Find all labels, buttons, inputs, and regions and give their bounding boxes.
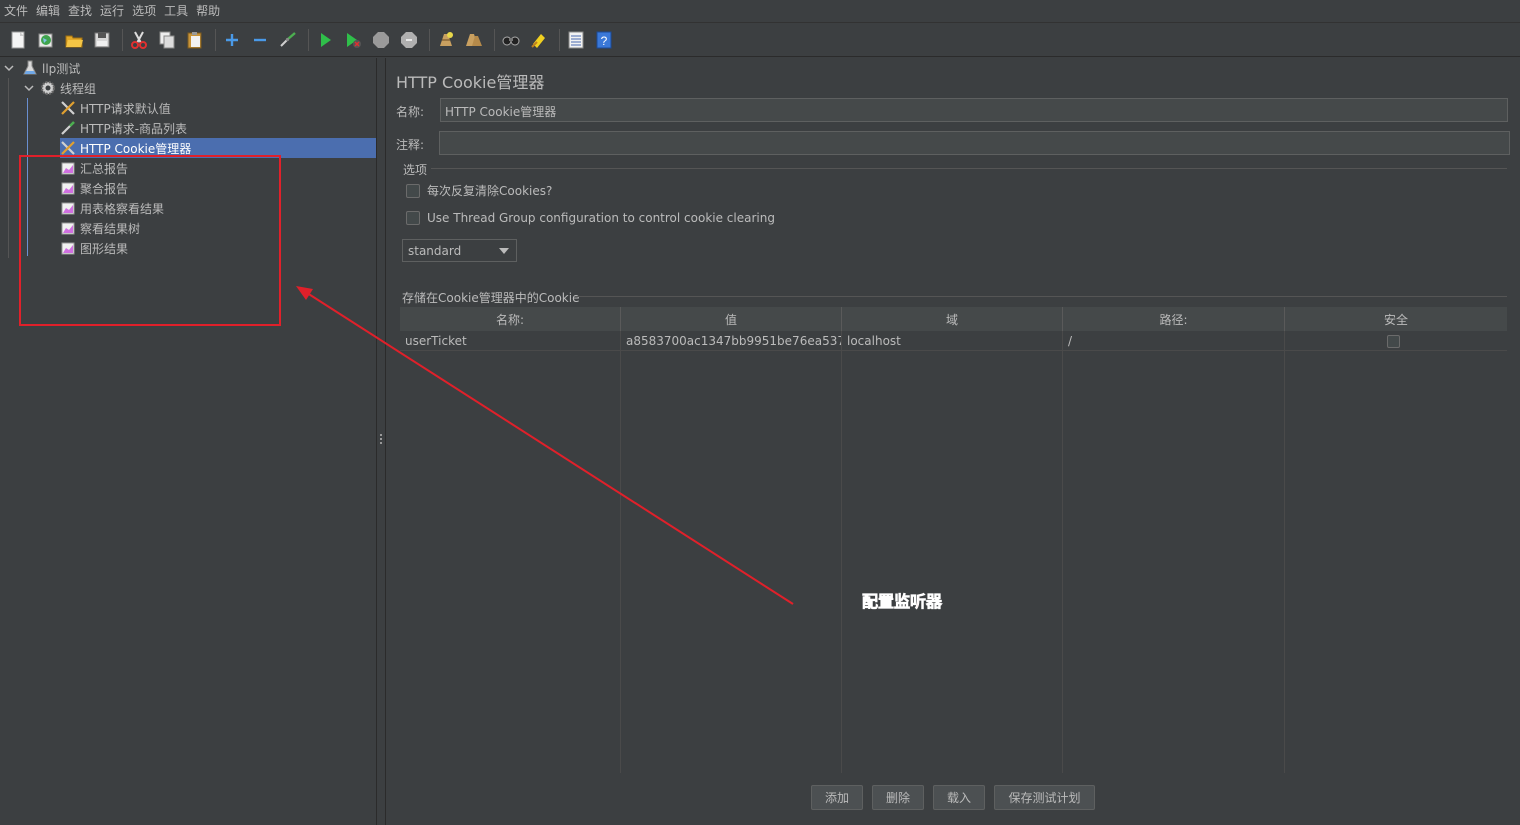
tree-node-test-plan[interactable]: llp测试 [22, 58, 80, 78]
comment-label: 注释: [396, 138, 425, 152]
checkbox-label: Use Thread Group configuration to contro… [427, 211, 775, 225]
clear-each-iteration-option[interactable]: 每次反复清除Cookies? [406, 182, 552, 199]
tree-node-label: HTTP请求默认值 [80, 101, 171, 116]
cell-path[interactable]: / [1063, 331, 1285, 351]
stored-cookies-divider [575, 296, 1507, 297]
options-title: 选项 [403, 163, 428, 177]
menu-file[interactable]: 文件 [4, 2, 28, 19]
gear-icon [40, 80, 56, 96]
secure-checkbox[interactable] [1386, 334, 1400, 348]
table-header: 名称: 值 域 路径: 安全 [400, 307, 1507, 331]
stop-icon[interactable] [369, 28, 393, 52]
column-header-path[interactable]: 路径: [1063, 307, 1285, 331]
wrench-icon [61, 141, 75, 155]
tree-node-http-request[interactable]: HTTP请求-商品列表 [60, 118, 187, 138]
reset-search-icon[interactable] [527, 28, 551, 52]
annotation-label: 配置监听器 [862, 592, 943, 612]
toolbar-separator [122, 28, 123, 51]
column-header-name[interactable]: 名称: [400, 307, 621, 331]
open-icon[interactable] [62, 28, 86, 52]
menu-bar: 文件 编辑 查找 运行 选项 工具 帮助 [0, 0, 1520, 21]
options-divider [431, 168, 1507, 169]
shutdown-icon[interactable] [397, 28, 421, 52]
tree-guide [8, 78, 9, 258]
cookie-manager-panel: HTTP Cookie管理器 名称: HTTP Cookie管理器 注释: 选项… [387, 58, 1520, 825]
paste-icon[interactable] [183, 28, 207, 52]
toggle-icon[interactable] [276, 28, 300, 52]
menu-tools[interactable]: 工具 [164, 2, 188, 19]
checkbox-label: 每次反复清除Cookies? [427, 184, 553, 198]
name-label: 名称: [396, 105, 425, 119]
toolbar-separator [559, 28, 560, 51]
menu-options[interactable]: 选项 [132, 2, 156, 19]
table-row[interactable]: userTicket a8583700ac1347bb9951be76ea537… [400, 331, 1507, 351]
comment-field[interactable] [439, 131, 1510, 155]
column-header-secure[interactable]: 安全 [1285, 307, 1507, 331]
chevron-down-icon [499, 248, 509, 254]
wrench-icon [61, 101, 75, 115]
cell-domain[interactable]: localhost [842, 331, 1063, 351]
stored-cookies-title: 存储在Cookie管理器中的Cookie [402, 291, 580, 305]
save-icon[interactable] [90, 28, 114, 52]
flask-icon [23, 60, 37, 75]
chevron-down-icon[interactable] [24, 83, 34, 93]
menu-help[interactable]: 帮助 [196, 2, 220, 19]
add-button[interactable]: 添加 [811, 785, 863, 810]
name-field[interactable]: HTTP Cookie管理器 [440, 98, 1508, 122]
tree-node-label: HTTP Cookie管理器 [80, 141, 192, 156]
column-header-domain[interactable]: 域 [842, 307, 1063, 331]
use-thread-group-option[interactable]: Use Thread Group configuration to contro… [406, 211, 775, 225]
clear-each-iteration-checkbox[interactable] [406, 183, 420, 198]
clear-all-icon[interactable] [462, 28, 486, 52]
cookie-policy-value: standard [408, 243, 462, 258]
search-icon[interactable] [499, 28, 523, 52]
clear-icon[interactable] [434, 28, 458, 52]
annotation-highlight-box [19, 155, 281, 326]
menu-run[interactable]: 运行 [100, 2, 124, 19]
tree-node-label: llp测试 [42, 61, 81, 76]
column-header-value[interactable]: 值 [621, 307, 842, 331]
toolbar-separator [429, 28, 430, 51]
use-thread-group-checkbox[interactable] [406, 211, 420, 225]
templates-icon[interactable] [34, 28, 58, 52]
toolbar-separator [494, 28, 495, 51]
function-helper-icon[interactable] [564, 28, 588, 52]
toolbar-separator [308, 28, 309, 51]
tree-node-label: 线程组 [60, 81, 97, 96]
save-test-plan-button[interactable]: 保存测试计划 [994, 785, 1095, 810]
cell-secure[interactable] [1285, 331, 1507, 351]
new-icon[interactable] [6, 28, 30, 52]
panel-splitter[interactable] [376, 58, 386, 825]
tree-node-thread-group[interactable]: 线程组 [40, 78, 96, 98]
column-divider [841, 351, 842, 773]
menu-search[interactable]: 查找 [68, 2, 92, 19]
chevron-down-icon[interactable] [4, 63, 14, 73]
column-divider [1284, 351, 1285, 773]
cell-name[interactable]: userTicket [400, 331, 621, 351]
cut-icon[interactable] [127, 28, 151, 52]
load-button[interactable]: 载入 [933, 785, 985, 810]
cookie-policy-select[interactable]: standard [402, 239, 517, 262]
help-icon[interactable]: ? [592, 28, 616, 52]
tree-node-label: HTTP请求-商品列表 [80, 121, 188, 136]
button-bar: 添加 删除 载入 保存测试计划 [387, 785, 1520, 811]
delete-button[interactable]: 删除 [872, 785, 924, 810]
copy-icon[interactable] [155, 28, 179, 52]
splitter-grip[interactable] [380, 433, 383, 447]
start-no-pause-icon[interactable] [341, 28, 365, 52]
start-icon[interactable] [313, 28, 337, 52]
expand-icon[interactable] [220, 28, 244, 52]
collapse-icon[interactable] [248, 28, 272, 52]
tree-node-http-defaults[interactable]: HTTP请求默认值 [60, 98, 171, 118]
column-divider [620, 351, 621, 773]
column-divider [1062, 351, 1063, 773]
toolbar-separator [215, 28, 216, 51]
menu-edit[interactable]: 编辑 [36, 2, 60, 19]
svg-text:?: ? [601, 34, 608, 48]
cookie-table: 名称: 值 域 路径: 安全 userTicket a8583700ac1347… [400, 307, 1507, 773]
cell-value[interactable]: a8583700ac1347bb9951be76ea5377c0 [621, 331, 842, 351]
pipette-icon [61, 121, 75, 135]
page-title: HTTP Cookie管理器 [396, 73, 545, 92]
toolbar: ? [0, 22, 1520, 57]
